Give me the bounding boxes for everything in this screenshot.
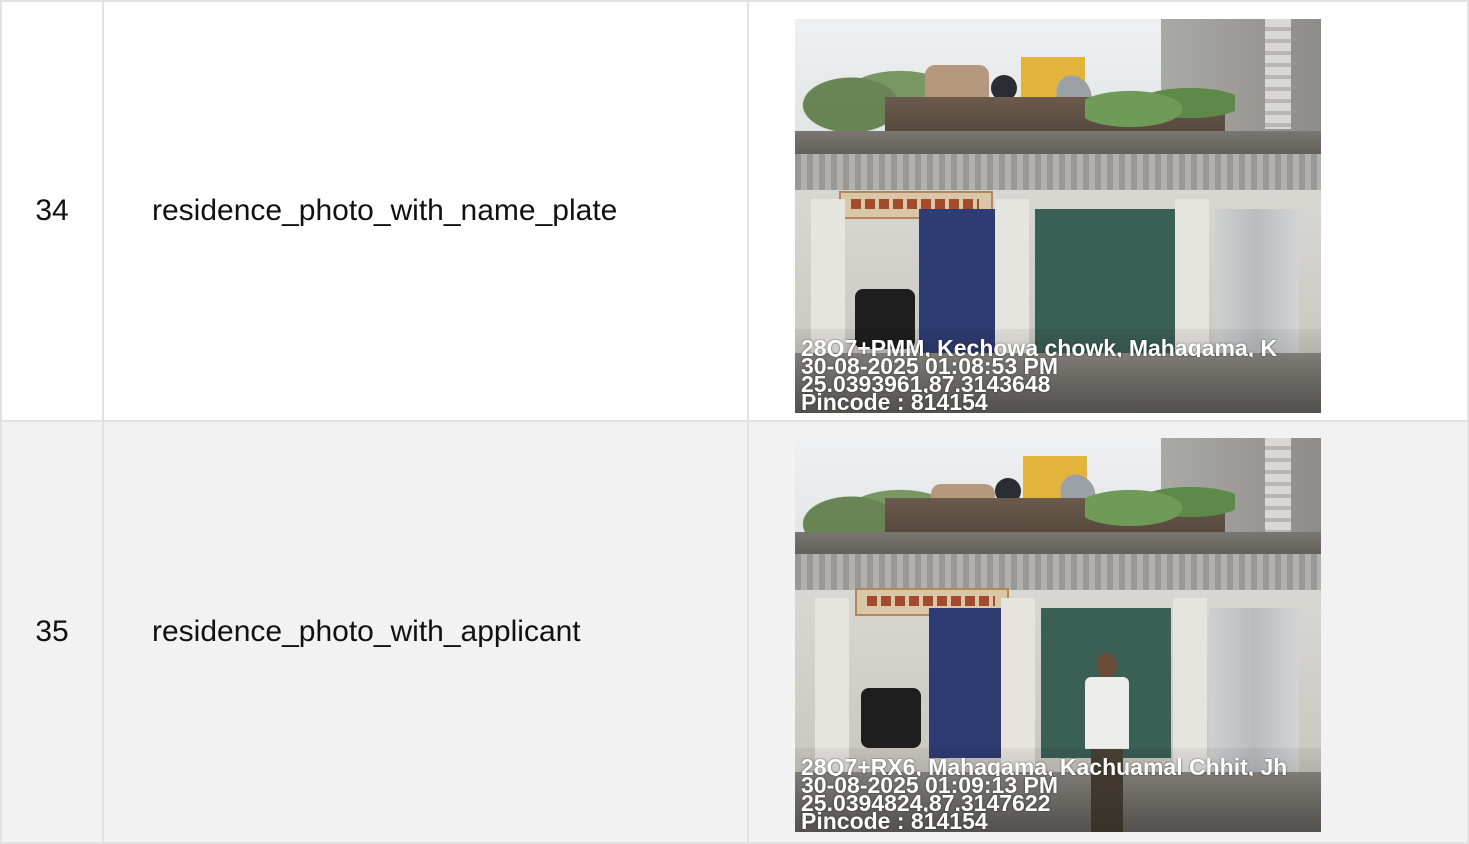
geotag-coordinates: 25.0394824,87.3147622 bbox=[801, 794, 1051, 812]
geotag-coordinates: 25.0393961,87.3143648 bbox=[801, 375, 1051, 393]
table-row: 35 residence_photo_with_applicant 28Q7+R… bbox=[0, 420, 1469, 844]
geotag-datetime: 30-08-2025 01:08:53 PM bbox=[801, 357, 1058, 375]
field-name-cell: residence_photo_with_name_plate bbox=[102, 0, 749, 422]
photo-geotag-caption: 28Q7+RX6, Mahagama, Kachuamal Chhit, Jh … bbox=[801, 758, 1321, 830]
photo-geotag-caption: 28Q7+PMM, Kechowa chowk, Mahagama, K 30-… bbox=[801, 339, 1321, 411]
table-row: 34 residence_photo_with_name_plate 28Q7+… bbox=[0, 0, 1469, 422]
residence-photo[interactable]: 28Q7+PMM, Kechowa chowk, Mahagama, K 30-… bbox=[795, 19, 1321, 413]
photo-cell: 28Q7+RX6, Mahagama, Kachuamal Chhit, Jh … bbox=[747, 420, 1469, 844]
geotag-address: 28Q7+PMM, Kechowa chowk, Mahagama, K bbox=[801, 339, 1278, 357]
document-table: 34 residence_photo_with_name_plate 28Q7+… bbox=[0, 0, 1469, 844]
geotag-pincode: Pincode : 814154 bbox=[801, 393, 988, 411]
field-name: residence_photo_with_applicant bbox=[152, 615, 581, 648]
row-number: 34 bbox=[0, 0, 104, 422]
field-name: residence_photo_with_name_plate bbox=[152, 194, 618, 227]
geotag-datetime: 30-08-2025 01:09:13 PM bbox=[801, 776, 1058, 794]
residence-photo[interactable]: 28Q7+RX6, Mahagama, Kachuamal Chhit, Jh … bbox=[795, 438, 1321, 832]
geotag-pincode: Pincode : 814154 bbox=[801, 812, 988, 830]
photo-cell: 28Q7+PMM, Kechowa chowk, Mahagama, K 30-… bbox=[747, 0, 1469, 422]
geotag-address: 28Q7+RX6, Mahagama, Kachuamal Chhit, Jh bbox=[801, 758, 1288, 776]
field-name-cell: residence_photo_with_applicant bbox=[102, 420, 749, 844]
row-number: 35 bbox=[0, 420, 104, 844]
